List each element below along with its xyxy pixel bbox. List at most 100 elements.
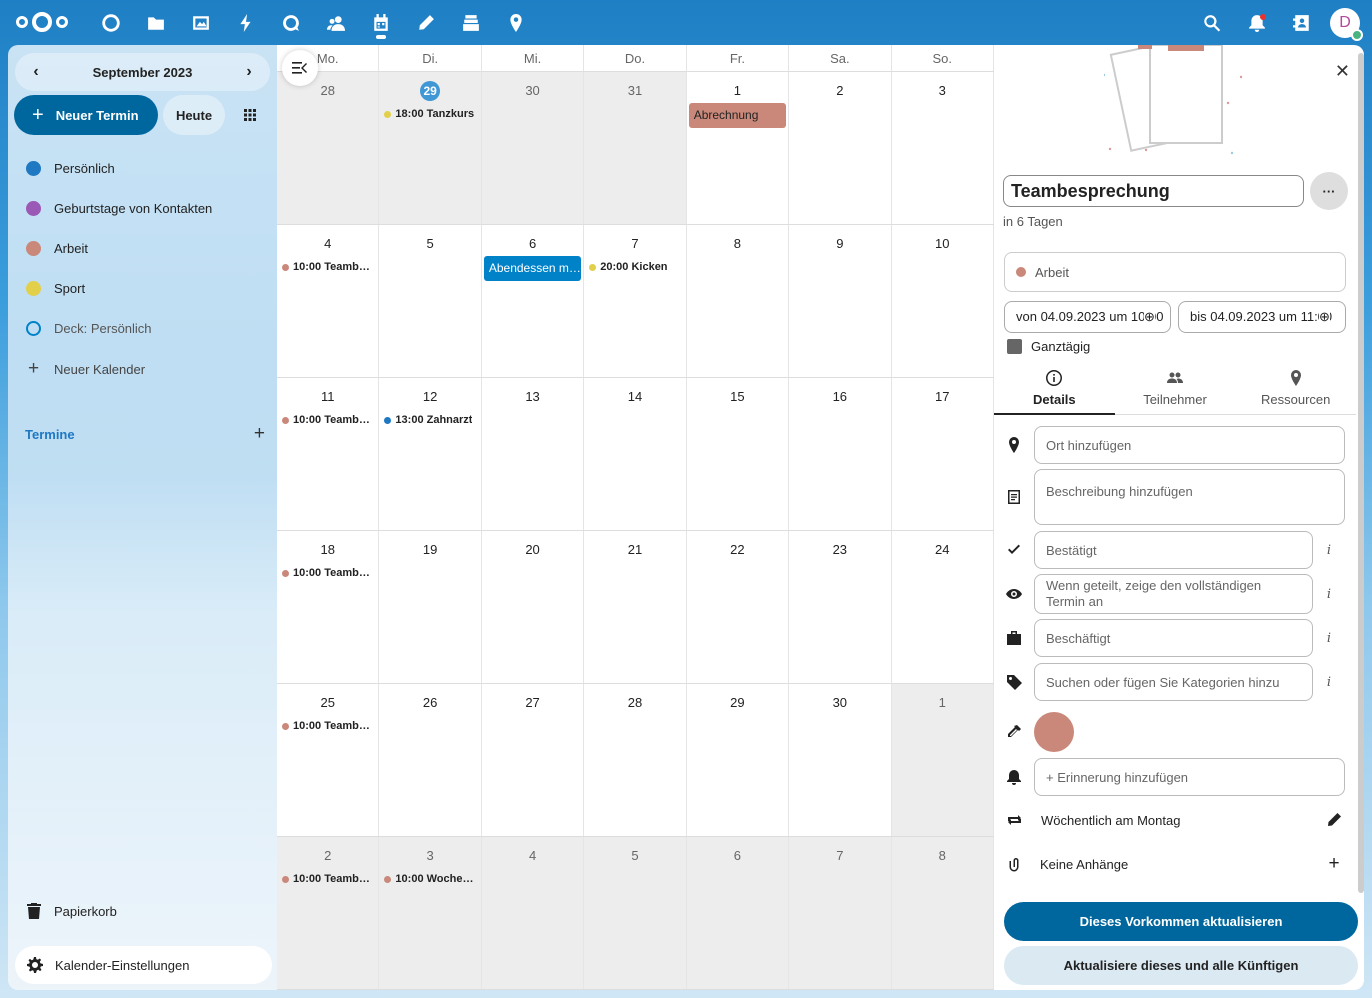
status-select[interactable]: Bestätigt — [1034, 531, 1313, 569]
day-number[interactable]: 9 — [789, 234, 890, 254]
deck-icon[interactable] — [448, 0, 493, 45]
day-number[interactable]: 28 — [584, 693, 685, 713]
day-number[interactable]: 29 — [687, 693, 788, 713]
calendar-event[interactable]: 13:00 Zahnarzt — [384, 414, 476, 426]
day-cell[interactable]: 8 — [891, 837, 994, 989]
calendar-color-dot[interactable] — [26, 280, 41, 296]
day-cell[interactable]: 27 — [482, 684, 585, 836]
calendar-event[interactable]: 10:00 Teambesprechung — [282, 261, 374, 273]
globe-icon[interactable]: ⊕ — [1319, 309, 1330, 325]
calendar-color-dot[interactable] — [26, 320, 41, 336]
day-number[interactable]: 10 — [892, 234, 993, 254]
day-cell[interactable]: 2 — [789, 72, 892, 224]
color-picker[interactable] — [1034, 712, 1074, 752]
description-input[interactable]: Beschreibung hinzufügen — [1034, 469, 1345, 525]
calendar-settings-button[interactable]: Kalender-Einstellungen — [15, 946, 272, 984]
day-cell[interactable]: 13 — [482, 378, 585, 530]
previous-month-icon[interactable]: ‹ — [27, 63, 45, 81]
day-number[interactable]: 16 — [789, 387, 890, 407]
calendar-event[interactable]: 18:00 Tanzkurs — [384, 108, 476, 120]
day-cell[interactable]: 28 — [277, 72, 380, 224]
day-cell[interactable]: 1 Abrechnung — [687, 72, 790, 224]
contacts-icon[interactable] — [313, 0, 358, 45]
notes-icon[interactable] — [403, 0, 448, 45]
calendar-event[interactable]: Abendessen mit Freunden — [483, 256, 582, 281]
info-icon[interactable]: i — [1313, 631, 1345, 646]
add-attachment-button[interactable]: + — [1314, 853, 1354, 875]
day-cell[interactable]: 29 18:00 Tanzkurs — [379, 72, 482, 224]
today-button[interactable]: Heute — [163, 95, 225, 135]
maps-icon[interactable] — [493, 0, 538, 45]
day-cell[interactable]: 4 — [481, 837, 585, 989]
day-number[interactable]: 23 — [789, 540, 890, 560]
day-number[interactable]: 22 — [687, 540, 788, 560]
day-number[interactable]: 29 — [379, 81, 480, 101]
calendar-item-geburtstage[interactable]: Geburtstage von Kontakten — [8, 188, 277, 228]
calendar-item-persoenlich[interactable]: Persönlich — [8, 148, 277, 188]
view-switcher-button[interactable] — [230, 95, 270, 135]
day-number[interactable]: 19 — [379, 540, 480, 560]
photos-icon[interactable] — [178, 0, 223, 45]
globe-icon[interactable]: ⊕ — [1144, 309, 1155, 325]
day-cell[interactable]: 2 10:00 Teambesprechung — [277, 837, 380, 989]
month-label[interactable]: September 2023 — [93, 65, 193, 80]
day-cell[interactable]: 8 — [687, 225, 790, 377]
day-number[interactable]: 6 — [482, 234, 583, 254]
calendar-color-dot[interactable] — [26, 160, 41, 176]
day-cell[interactable]: 30 — [789, 684, 892, 836]
add-reminder-input[interactable]: + Erinnerung hinzufügen — [1034, 758, 1345, 796]
event-title-input[interactable]: Teambesprechung — [1003, 175, 1304, 207]
new-calendar-button[interactable]: + Neuer Kalender — [8, 348, 277, 390]
day-cell[interactable]: 12 13:00 Zahnarzt — [379, 378, 482, 530]
contacts-menu-icon[interactable] — [1279, 0, 1324, 45]
dashboard-icon[interactable] — [88, 0, 133, 45]
panel-scrollbar[interactable] — [1358, 53, 1364, 893]
day-cell[interactable]: 9 — [789, 225, 892, 377]
calendar-event[interactable]: 10:00 Teambesprechung — [282, 567, 374, 579]
day-number[interactable]: 3 — [379, 846, 480, 866]
calendar-color-dot[interactable] — [26, 200, 41, 216]
day-number[interactable]: 30 — [789, 693, 890, 713]
calendar-event[interactable]: 20:00 Kicken — [589, 261, 681, 273]
day-cell[interactable]: 11 10:00 Teambesprechung — [277, 378, 380, 530]
day-cell[interactable]: 30 — [481, 72, 585, 224]
trash-button[interactable]: Papierkorb — [26, 903, 117, 919]
day-cell[interactable]: 3 — [892, 72, 994, 224]
busy-select[interactable]: Beschäftigt — [1034, 619, 1313, 657]
more-actions-button[interactable]: ··· — [1310, 172, 1348, 210]
calendar-item-arbeit[interactable]: Arbeit — [8, 228, 277, 268]
calendar-icon[interactable] — [358, 0, 403, 45]
day-cell[interactable]: 23 — [789, 531, 892, 683]
day-cell[interactable]: 7 — [789, 837, 892, 989]
day-cell[interactable]: 21 — [584, 531, 687, 683]
day-cell[interactable]: 7 20:00 Kicken — [584, 225, 687, 377]
calendar-item-sport[interactable]: Sport — [8, 268, 277, 308]
close-icon[interactable]: ✕ — [1335, 61, 1350, 82]
calendar-event[interactable]: 10:00 Teambesprechung — [282, 873, 374, 885]
new-event-button[interactable]: + Neuer Termin — [14, 95, 158, 135]
info-icon[interactable]: i — [1313, 587, 1345, 602]
day-number[interactable]: 7 — [584, 234, 685, 254]
day-number[interactable]: 3 — [892, 81, 993, 101]
calendar-event[interactable]: Abrechnung — [688, 103, 787, 128]
allday-checkbox[interactable]: Ganztägig — [1007, 339, 1090, 354]
day-cell[interactable]: 22 — [687, 531, 790, 683]
nextcloud-logo[interactable] — [14, 11, 70, 33]
day-cell[interactable]: 29 — [687, 684, 790, 836]
location-input[interactable]: Ort hinzufügen — [1034, 426, 1345, 464]
edit-repeat-button[interactable] — [1314, 812, 1354, 828]
day-cell[interactable]: 15 — [687, 378, 790, 530]
user-avatar[interactable]: D — [1330, 7, 1363, 41]
day-number[interactable]: 15 — [687, 387, 788, 407]
day-cell[interactable]: 18 10:00 Teambesprechung — [277, 531, 380, 683]
day-cell[interactable]: 16 — [789, 378, 892, 530]
day-number[interactable]: 30 — [482, 81, 583, 101]
calendar-item-deck[interactable]: Deck: Persönlich — [8, 308, 277, 348]
day-cell[interactable]: 6 — [686, 837, 790, 989]
day-number[interactable]: 6 — [687, 846, 788, 866]
termine-label[interactable]: Termine — [25, 427, 75, 442]
day-number[interactable]: 8 — [892, 846, 993, 866]
day-cell[interactable]: 17 — [892, 378, 994, 530]
info-icon[interactable]: i — [1313, 675, 1345, 690]
day-number[interactable]: 2 — [277, 846, 378, 866]
